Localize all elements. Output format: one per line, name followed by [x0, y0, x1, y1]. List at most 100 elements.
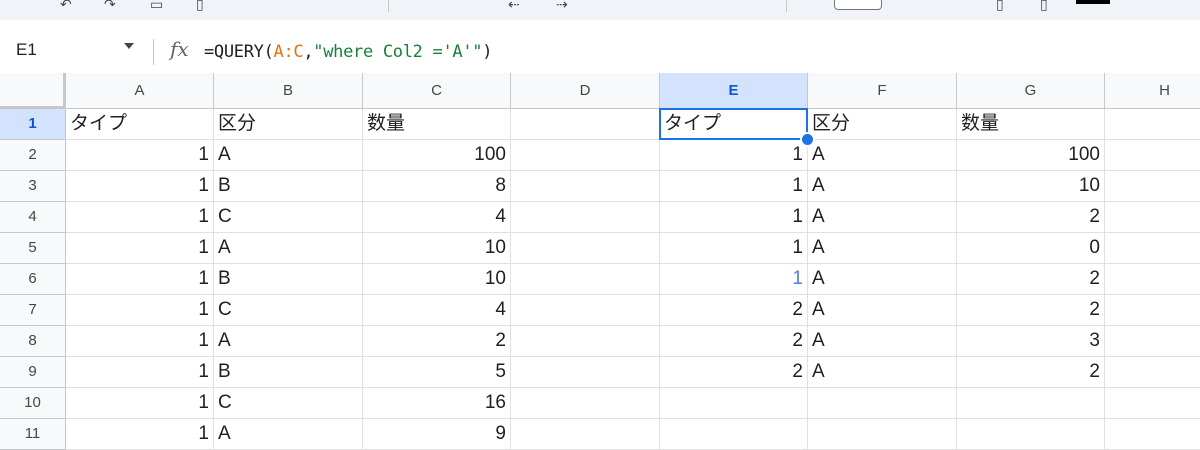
cell-a9[interactable]: 1 — [66, 357, 214, 388]
print-icon[interactable]: ▭ — [150, 0, 163, 13]
cell-f3[interactable]: A — [808, 171, 957, 202]
font-size-box[interactable] — [834, 0, 882, 10]
row-header-5[interactable]: 5 — [0, 233, 66, 264]
cell-e5[interactable]: 1 — [660, 233, 808, 264]
column-header-g[interactable]: G — [957, 73, 1105, 109]
row-header-6[interactable]: 6 — [0, 264, 66, 295]
column-header-c[interactable]: C — [363, 73, 511, 109]
cell-g10[interactable] — [957, 388, 1105, 419]
cell-f5[interactable]: A — [808, 233, 957, 264]
font-size-decrease-icon[interactable]: ⇠ — [508, 0, 520, 13]
cell-c8[interactable]: 2 — [363, 326, 511, 357]
fill-color-icon[interactable]: ▯ — [1040, 0, 1048, 13]
cell-g9[interactable]: 2 — [957, 357, 1105, 388]
cell-c6[interactable]: 10 — [363, 264, 511, 295]
cell-f8[interactable]: A — [808, 326, 957, 357]
cell-a11[interactable]: 1 — [66, 419, 214, 450]
cell-a10[interactable]: 1 — [66, 388, 214, 419]
cell-e6[interactable]: 1 — [660, 264, 808, 295]
undo-icon[interactable]: ↶ — [60, 0, 72, 13]
cell-g8[interactable]: 3 — [957, 326, 1105, 357]
select-all-corner[interactable] — [0, 73, 66, 109]
cell-b11[interactable]: A — [214, 419, 363, 450]
cell-d8[interactable] — [511, 326, 660, 357]
cell-e9[interactable]: 2 — [660, 357, 808, 388]
cell-g5[interactable]: 0 — [957, 233, 1105, 264]
cell-h4[interactable] — [1105, 202, 1200, 233]
paint-format-icon[interactable]: ▯ — [196, 0, 204, 13]
cell-e8[interactable]: 2 — [660, 326, 808, 357]
cell-d1[interactable] — [511, 109, 660, 140]
cell-c11[interactable]: 9 — [363, 419, 511, 450]
cell-h5[interactable] — [1105, 233, 1200, 264]
cell-c9[interactable]: 5 — [363, 357, 511, 388]
cell-f10[interactable] — [808, 388, 957, 419]
cell-d11[interactable] — [511, 419, 660, 450]
cell-h1[interactable] — [1105, 109, 1200, 140]
cell-e3[interactable]: 1 — [660, 171, 808, 202]
cell-g2[interactable]: 100 — [957, 140, 1105, 171]
cell-d7[interactable] — [511, 295, 660, 326]
name-box[interactable]: E1 — [16, 40, 37, 60]
cell-c7[interactable]: 4 — [363, 295, 511, 326]
cell-c5[interactable]: 10 — [363, 233, 511, 264]
cell-a1[interactable]: タイプ — [66, 109, 214, 140]
cell-b4[interactable]: C — [214, 202, 363, 233]
cell-c4[interactable]: 4 — [363, 202, 511, 233]
cell-f7[interactable]: A — [808, 295, 957, 326]
cell-b5[interactable]: A — [214, 233, 363, 264]
cell-c1[interactable]: 数量 — [363, 109, 511, 140]
cell-h10[interactable] — [1105, 388, 1200, 419]
row-header-4[interactable]: 4 — [0, 202, 66, 233]
redo-icon[interactable]: ↷ — [104, 0, 116, 13]
cell-g11[interactable] — [957, 419, 1105, 450]
cell-h6[interactable] — [1105, 264, 1200, 295]
row-header-2[interactable]: 2 — [0, 140, 66, 171]
cell-d9[interactable] — [511, 357, 660, 388]
cell-c10[interactable]: 16 — [363, 388, 511, 419]
cell-b3[interactable]: B — [214, 171, 363, 202]
text-color-icon[interactable]: ▯ — [996, 0, 1004, 13]
cell-a4[interactable]: 1 — [66, 202, 214, 233]
cell-b2[interactable]: A — [214, 140, 363, 171]
cell-b6[interactable]: B — [214, 264, 363, 295]
cell-e2[interactable]: 1 — [660, 140, 808, 171]
chevron-down-icon[interactable] — [124, 43, 134, 49]
row-header-8[interactable]: 8 — [0, 326, 66, 357]
cell-e4[interactable]: 1 — [660, 202, 808, 233]
row-header-3[interactable]: 3 — [0, 171, 66, 202]
cell-f4[interactable]: A — [808, 202, 957, 233]
cell-a3[interactable]: 1 — [66, 171, 214, 202]
font-size-increase-icon[interactable]: ⇢ — [556, 0, 568, 13]
row-header-11[interactable]: 11 — [0, 419, 66, 450]
cell-e10[interactable] — [660, 388, 808, 419]
column-header-a[interactable]: A — [66, 73, 214, 109]
row-header-7[interactable]: 7 — [0, 295, 66, 326]
row-header-10[interactable]: 10 — [0, 388, 66, 419]
cell-h9[interactable] — [1105, 357, 1200, 388]
column-header-b[interactable]: B — [214, 73, 363, 109]
cell-h3[interactable] — [1105, 171, 1200, 202]
cell-a5[interactable]: 1 — [66, 233, 214, 264]
cell-h7[interactable] — [1105, 295, 1200, 326]
cell-d5[interactable] — [511, 233, 660, 264]
cell-g3[interactable]: 10 — [957, 171, 1105, 202]
cell-b9[interactable]: B — [214, 357, 363, 388]
cell-a7[interactable]: 1 — [66, 295, 214, 326]
cell-d3[interactable] — [511, 171, 660, 202]
cell-f11[interactable] — [808, 419, 957, 450]
cell-a8[interactable]: 1 — [66, 326, 214, 357]
cell-f2[interactable]: A — [808, 140, 957, 171]
cell-g6[interactable]: 2 — [957, 264, 1105, 295]
cell-b8[interactable]: A — [214, 326, 363, 357]
formula-input[interactable]: =QUERY(A:C,"where Col2 ='A'") — [204, 42, 492, 62]
cell-c2[interactable]: 100 — [363, 140, 511, 171]
cell-f6[interactable]: A — [808, 264, 957, 295]
cell-d10[interactable] — [511, 388, 660, 419]
cell-c3[interactable]: 8 — [363, 171, 511, 202]
row-header-9[interactable]: 9 — [0, 357, 66, 388]
row-header-1[interactable]: 1 — [0, 109, 66, 140]
cell-b1[interactable]: 区分 — [214, 109, 363, 140]
column-header-h[interactable]: H — [1105, 73, 1200, 109]
cell-b7[interactable]: C — [214, 295, 363, 326]
